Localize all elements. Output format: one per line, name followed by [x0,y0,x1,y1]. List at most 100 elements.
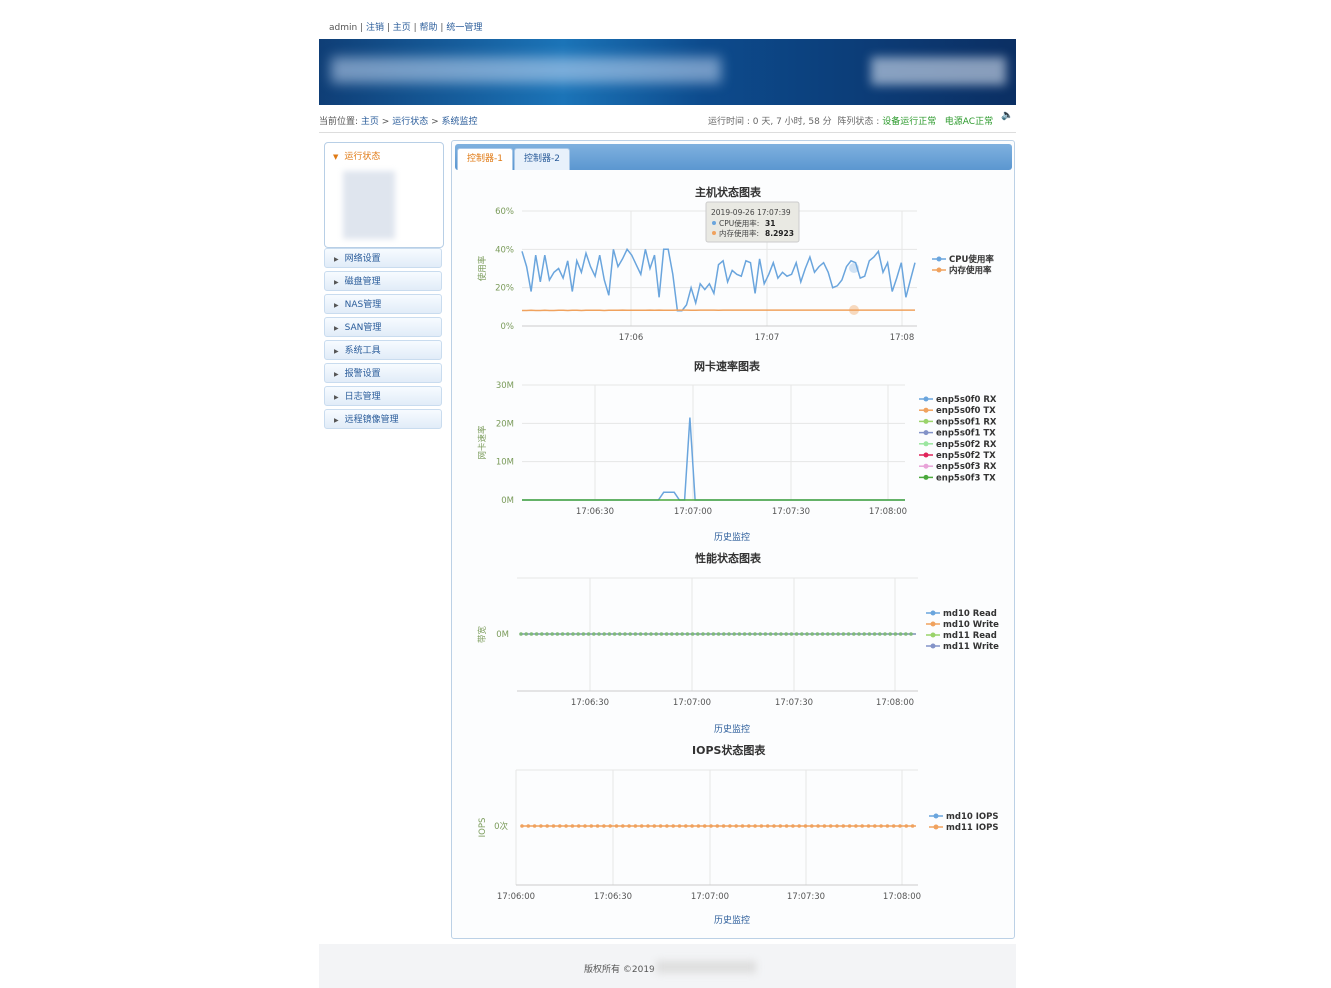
legend-swatch-dot [936,256,942,262]
sidebar-item-disk[interactable]: ▶ 磁盘管理 [324,271,442,291]
tooltip-time: 2019-09-26 17:07:39 [711,208,791,217]
sidebar-item-alarm[interactable]: ▶ 报警设置 [324,363,442,383]
y-axis-label: IOPS [478,818,488,838]
breadcrumb: 当前位置: 主页 > 运行状态 > 系统监控 [319,114,477,127]
data-point [831,632,835,636]
data-point [784,632,788,636]
data-point [677,824,682,828]
data-point [828,824,833,828]
data-point [524,632,528,636]
tooltip-swatch [712,221,716,225]
sidebar-item-label: 磁盘管理 [344,277,381,287]
tab-controller-2[interactable]: 控制器-2 [514,148,570,170]
y-tick-label: 20M [496,419,514,429]
data-point [558,824,562,828]
breadcrumb-status[interactable]: 运行状态 [392,117,428,127]
x-tick-label: 17:06:30 [594,892,632,902]
data-point [592,632,596,636]
logout-link[interactable]: 注销 [366,23,384,33]
sidebar-item-nas[interactable]: ▶ NAS管理 [324,294,442,314]
data-point [759,824,764,828]
sidebar-item-label: 网络设置 [344,254,381,264]
data-point [566,632,570,636]
tab-controller-1[interactable]: 控制器-1 [457,148,513,170]
unified-manage-link[interactable]: 统一管理 [446,23,482,33]
data-point [841,824,846,828]
data-point [701,632,705,636]
tooltip-cpu-value: 31 [765,219,775,228]
chevron-right-icon: ▶ [334,302,339,309]
data-point [602,824,606,828]
data-point [706,632,710,636]
history-link[interactable]: 历史监控 [714,530,750,543]
legend-label: enp5s0f1 TX [936,429,996,439]
history-link[interactable]: 历史监控 [714,913,750,926]
data-point [909,632,913,636]
iops-chart[interactable]: 0次 17:06:00 17:06:30 17:07:00 17:07:30 17:08:… [455,762,1010,907]
x-tick-label: 17:08:00 [869,507,907,517]
sep: | [383,23,393,33]
data-point [550,632,554,636]
sidebar-item-run-status[interactable]: ▼ 运行状态 [333,149,380,162]
sep: | [437,23,447,33]
history-link[interactable]: 历史监控 [714,722,750,735]
data-point [772,824,776,828]
legend-label: enp5s0f1 RX [936,417,997,427]
chevron-right-icon: ▶ [334,279,339,286]
legend-swatch-dot [933,824,939,830]
data-point [654,632,658,636]
legend-swatch-dot [933,813,939,819]
breadcrumb-home[interactable]: 主页 [361,117,379,127]
data-point [891,824,896,828]
y-tick-label: 0次 [494,821,508,832]
legend-label: enp5s0f2 RX [936,440,997,450]
data-point [822,824,827,828]
sidebar-item-logs[interactable]: ▶ 日志管理 [324,386,442,406]
data-point [898,824,902,828]
data-point [646,824,650,828]
sidebar-item-remote-mirror[interactable]: ▶ 远程镜像管理 [324,409,442,429]
legend-swatch-dot [923,452,929,458]
top-links: admin | 注销 | 主页 | 帮助 | 统一管理 [329,20,482,33]
data-point [789,632,794,636]
sidebar-item-tools[interactable]: ▶ 系统工具 [324,340,442,360]
data-point [826,632,830,636]
data-point [857,632,861,636]
help-link[interactable]: 帮助 [420,23,438,33]
sidebar-item-san[interactable]: ▶ SAN管理 [324,317,442,337]
performance-chart[interactable]: 0M 17:06:30 17:07:00 17:07:30 17:08:00 带宽 md10… [455,570,1010,715]
host-status-chart[interactable]: 0% 20% 40% 60% 17:06 17:07 17:08 使用率 2019-09-26 … [455,200,1010,350]
data-point [867,632,872,636]
data-point [866,824,871,828]
hover-point [849,263,859,273]
sidebar-item-label: 系统工具 [344,346,381,356]
nic-rate-chart[interactable]: 0M 10M 20M 30M 17:06:30 17:07:00 17:07:30 17:08… [455,375,1010,520]
legend-label: enp5s0f3 TX [936,473,996,483]
data-point [715,824,720,828]
data-point [628,632,632,636]
data-point [551,824,556,828]
data-point [539,824,543,828]
data-point [675,632,679,636]
data-point [835,824,839,828]
x-tick-label: 17:08 [890,333,915,343]
data-point [633,632,638,636]
data-point [519,632,523,636]
data-point [803,824,808,828]
data-point [885,824,890,828]
home-link[interactable]: 主页 [393,23,411,33]
breadcrumb-monitor[interactable]: 系统监控 [441,117,477,127]
y-axis-label: 网卡速率 [477,425,488,460]
speaker-icon[interactable]: 🔈 [1001,110,1013,121]
data-point [639,824,644,828]
data-point [763,632,768,636]
series-line-cpu [521,247,916,312]
data-point [737,632,742,636]
data-point [589,824,594,828]
data-point [602,632,606,636]
status-line: 运行时间 : 0 天, 7 小时, 58 分 阵列状态 : 设备运行正常 电源A… [708,114,993,127]
data-point [888,632,892,636]
x-tick-label: 17:07:00 [674,507,712,517]
sidebar-item-network[interactable]: ▶ 网络设置 [324,248,442,268]
x-tick-label: 17:06:00 [497,892,535,902]
